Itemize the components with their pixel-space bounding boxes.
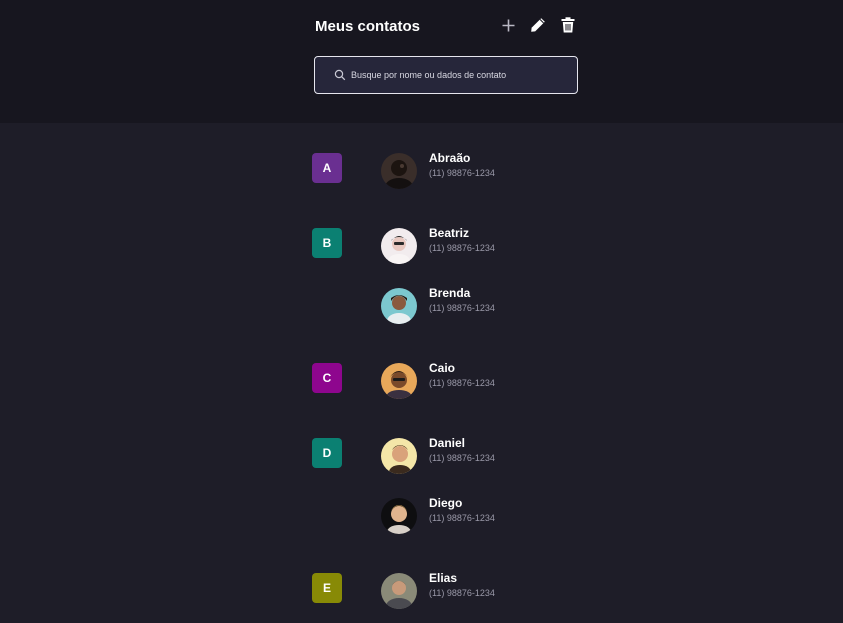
- contact-name: Brenda: [429, 286, 471, 300]
- contact-item-daniel[interactable]: Daniel (11) 98876-1234: [381, 436, 581, 474]
- contact-phone: (11) 98876-1234: [429, 168, 495, 178]
- page-title: Meus contatos: [315, 18, 421, 35]
- letter-badge-c: C: [312, 363, 342, 393]
- search-box: [314, 56, 578, 94]
- avatar: [381, 573, 417, 609]
- contact-name: Diego: [429, 496, 463, 510]
- avatar: [381, 153, 417, 189]
- contact-item-abraao[interactable]: Abraão (11) 98876-1234: [381, 151, 581, 189]
- pencil-icon: [531, 18, 545, 32]
- avatar: [381, 363, 417, 399]
- contact-name: Elias: [429, 571, 458, 585]
- header: Meus contatos: [0, 0, 843, 123]
- contact-phone: (11) 98876-1234: [429, 513, 495, 523]
- contact-item-elias[interactable]: Elias (11) 98876-1234: [381, 571, 581, 609]
- contact-item-diego[interactable]: Diego (11) 98876-1234: [381, 496, 581, 534]
- contact-phone: (11) 98876-1234: [429, 453, 495, 463]
- delete-contact-button[interactable]: [558, 15, 578, 35]
- contact-phone: (11) 98876-1234: [429, 303, 495, 313]
- contact-item-caio[interactable]: Caio (11) 98876-1234: [381, 361, 581, 399]
- contact-item-beatriz[interactable]: Beatriz (11) 98876-1234: [381, 226, 581, 264]
- letter-badge-d: D: [312, 438, 342, 468]
- letter-badge-e: E: [312, 573, 342, 603]
- contact-name: Beatriz: [429, 226, 470, 240]
- search-icon: [334, 69, 346, 81]
- search-input[interactable]: [351, 57, 571, 93]
- contact-name: Daniel: [429, 436, 466, 450]
- contact-name: Caio: [429, 361, 456, 375]
- trash-icon: [561, 17, 575, 33]
- add-contact-button[interactable]: [498, 15, 518, 35]
- letter-badge-a: A: [312, 153, 342, 183]
- contact-item-brenda[interactable]: Brenda (11) 98876-1234: [381, 286, 581, 324]
- contact-name: Abraão: [429, 151, 471, 165]
- contact-phone: (11) 98876-1234: [429, 588, 495, 598]
- avatar: [381, 438, 417, 474]
- avatar: [381, 288, 417, 324]
- letter-badge-b: B: [312, 228, 342, 258]
- edit-contact-button[interactable]: [528, 15, 548, 35]
- avatar: [381, 498, 417, 534]
- plus-icon: [502, 19, 514, 31]
- contact-phone: (11) 98876-1234: [429, 243, 495, 253]
- contact-phone: (11) 98876-1234: [429, 378, 495, 388]
- avatar: [381, 228, 417, 264]
